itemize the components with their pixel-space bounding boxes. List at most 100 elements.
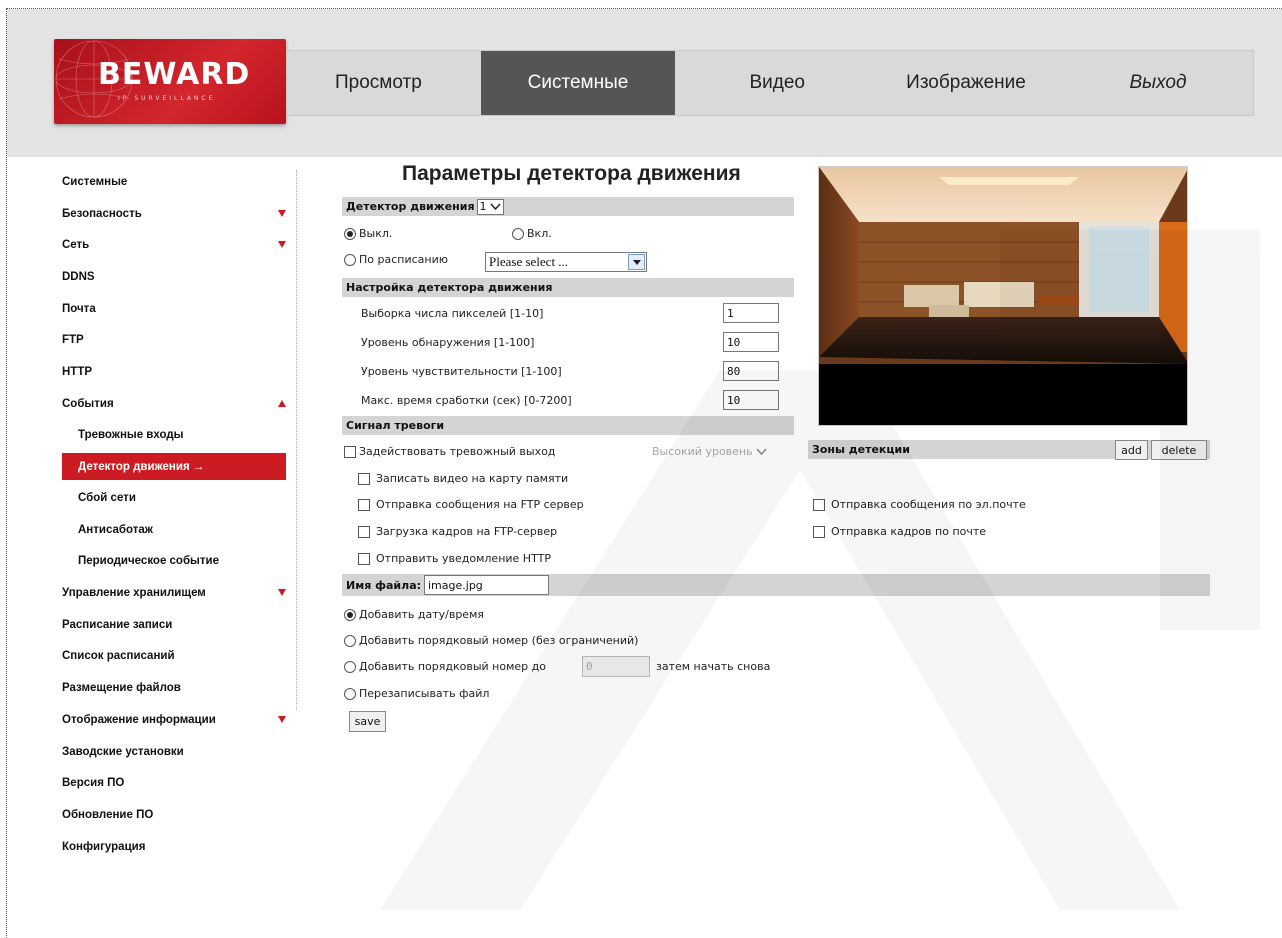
save-button[interactable]: save (349, 711, 386, 732)
sequence-limit-input[interactable]: 0 (582, 656, 650, 677)
sidebar-item-storage[interactable]: Управление хранилищем (62, 577, 292, 609)
alarm-bar: Сигнал тревоги (342, 416, 794, 435)
sidebar-item-network[interactable]: Сеть (62, 229, 292, 261)
action-email-message-checkbox[interactable] (813, 498, 825, 511)
collapse-arrow-icon[interactable] (278, 399, 286, 407)
sidebar-item-security[interactable]: Безопасность (62, 198, 292, 230)
radio-off-button[interactable] (344, 227, 356, 240)
naming-datetime-radio[interactable] (344, 608, 356, 621)
filename-label: Имя файла: (346, 578, 422, 592)
sidebar: Системные Безопасность Сеть DDNS Почта F… (62, 166, 292, 862)
sidebar-item-label: Безопасность (62, 207, 142, 220)
alarm-level-select[interactable]: Высокий уровень (652, 445, 767, 458)
radio-on-button[interactable] (512, 227, 524, 240)
action-record-sd-label: Записать видео на карту памяти (376, 472, 569, 485)
filename-input[interactable]: image.jpg (424, 575, 549, 595)
sidebar-item-tamper[interactable]: Антисаботаж (62, 514, 292, 546)
naming-overwrite-radio[interactable] (344, 687, 356, 700)
zones-label: Зоны детекции (812, 443, 910, 456)
sidebar-item-ddns[interactable]: DDNS (62, 261, 292, 293)
add-zone-button[interactable]: add (1115, 440, 1148, 460)
naming-overwrite[interactable]: Перезаписывать файл (344, 687, 489, 700)
expand-arrow-icon[interactable] (278, 716, 286, 723)
radio-schedule[interactable]: По расписанию (344, 253, 448, 266)
expand-arrow-icon[interactable] (278, 589, 286, 597)
alarm-level-value: Высокий уровень (652, 445, 753, 458)
action-record-sd-checkbox[interactable] (358, 472, 370, 485)
nav-system[interactable]: Системные (481, 51, 675, 115)
alarm-output-checkbox[interactable] (344, 445, 356, 458)
radio-off-label: Выкл. (359, 227, 393, 240)
naming-sequence-limit[interactable]: Добавить порядковый номер до (344, 660, 546, 673)
nav-video[interactable]: Видео (675, 51, 869, 115)
radio-on-label: Вкл. (527, 227, 552, 240)
setting-pixel-input[interactable]: 1 (723, 303, 779, 323)
naming-datetime[interactable]: Добавить дату/время (344, 608, 484, 621)
action-ftp-upload-checkbox[interactable] (358, 525, 370, 538)
sidebar-item-system[interactable]: Системные (62, 166, 292, 198)
action-ftp-message[interactable]: Отправка сообщения на FTP сервер (358, 498, 584, 511)
detector-select[interactable]: 1 (476, 198, 505, 215)
alarm-output-row[interactable]: Задействовать тревожный выход (344, 445, 555, 458)
sidebar-item-network-failure[interactable]: Сбой сети (62, 482, 292, 514)
setting-maxtime-label: Макс. время сработки (сек) [0-7200] (361, 394, 572, 407)
schedule-select[interactable]: Please select ... (485, 252, 647, 272)
sidebar-item-factory-defaults[interactable]: Заводские установки (62, 736, 292, 768)
radio-schedule-button[interactable] (344, 253, 356, 266)
naming-overwrite-label: Перезаписывать файл (359, 687, 490, 700)
radio-on[interactable]: Вкл. (512, 227, 552, 240)
naming-sequence-radio[interactable] (344, 634, 356, 647)
nav-exit[interactable]: Выход (1063, 51, 1253, 115)
action-http-notify-label: Отправить уведомление HTTP (376, 552, 551, 565)
sidebar-item-record-schedule[interactable]: Расписание записи (62, 609, 292, 641)
action-email-message[interactable]: Отправка сообщения по эл.почте (813, 498, 1026, 511)
sidebar-item-label: Управление хранилищем (62, 587, 206, 600)
action-http-notify-checkbox[interactable] (358, 552, 370, 565)
sidebar-item-label: Обновление ПО (62, 808, 154, 821)
sidebar-item-display-info[interactable]: Отображение информации (62, 704, 292, 736)
sidebar-item-events[interactable]: События (62, 388, 292, 420)
action-ftp-upload[interactable]: Загрузка кадров на FTP-сервер (358, 525, 557, 538)
naming-sequence[interactable]: Добавить порядковый номер (без ограничен… (344, 634, 638, 647)
sidebar-item-configuration[interactable]: Конфигурация (62, 831, 292, 863)
camera-preview-image (819, 167, 1187, 425)
delete-zone-button[interactable]: delete (1151, 440, 1207, 460)
sidebar-item-label: Антисаботаж (78, 523, 153, 536)
naming-sequence-limit-radio[interactable] (344, 660, 356, 673)
nav-image[interactable]: Изображение (869, 51, 1063, 115)
detector-bar: Детектор движения 1 (342, 197, 794, 216)
naming-sequence-limit-label: Добавить порядковый номер до (359, 660, 546, 673)
action-record-sd[interactable]: Записать видео на карту памяти (358, 472, 568, 485)
sidebar-item-http[interactable]: HTTP (62, 356, 292, 388)
sidebar-item-label: Почта (62, 302, 96, 315)
right-arrow-icon: → (192, 460, 205, 473)
sidebar-item-label: Заводские установки (62, 745, 184, 758)
action-email-frames[interactable]: Отправка кадров по почте (813, 525, 986, 538)
sidebar-item-alarm-inputs[interactable]: Тревожные входы (62, 420, 292, 452)
sidebar-item-periodic-event[interactable]: Периодическое событие (62, 546, 292, 578)
logo-brand: BEWARD (98, 57, 251, 92)
sidebar-item-file-location[interactable]: Размещение файлов (62, 672, 292, 704)
sidebar-item-mail[interactable]: Почта (62, 293, 292, 325)
sidebar-item-firmware-update[interactable]: Обновление ПО (62, 799, 292, 831)
action-ftp-message-checkbox[interactable] (358, 498, 370, 511)
action-email-frames-checkbox[interactable] (813, 525, 825, 538)
setting-detection-input[interactable]: 10 (723, 332, 779, 352)
expand-arrow-icon[interactable] (278, 241, 286, 249)
sidebar-item-motion-detector[interactable]: Детектор движения → (62, 453, 286, 481)
sidebar-item-label: Сбой сети (78, 492, 136, 505)
top-nav: Просмотр Системные Видео Изображение Вых… (286, 50, 1254, 116)
action-http-notify[interactable]: Отправить уведомление HTTP (358, 552, 551, 565)
sidebar-item-label: Список расписаний (62, 650, 175, 663)
expand-arrow-icon[interactable] (278, 209, 286, 217)
setting-maxtime-input[interactable]: 10 (723, 390, 779, 410)
radio-off[interactable]: Выкл. (344, 227, 392, 240)
sidebar-item-label: Конфигурация (62, 840, 146, 853)
sidebar-item-firmware-version[interactable]: Версия ПО (62, 767, 292, 799)
setting-sensitivity-input[interactable]: 80 (723, 361, 779, 381)
sidebar-item-schedule-list[interactable]: Список расписаний (62, 641, 292, 673)
sidebar-item-ftp[interactable]: FTP (62, 324, 292, 356)
nav-view[interactable]: Просмотр (287, 51, 481, 115)
sidebar-item-label: Отображение информации (62, 713, 216, 726)
dropdown-arrow-icon[interactable] (628, 254, 645, 270)
